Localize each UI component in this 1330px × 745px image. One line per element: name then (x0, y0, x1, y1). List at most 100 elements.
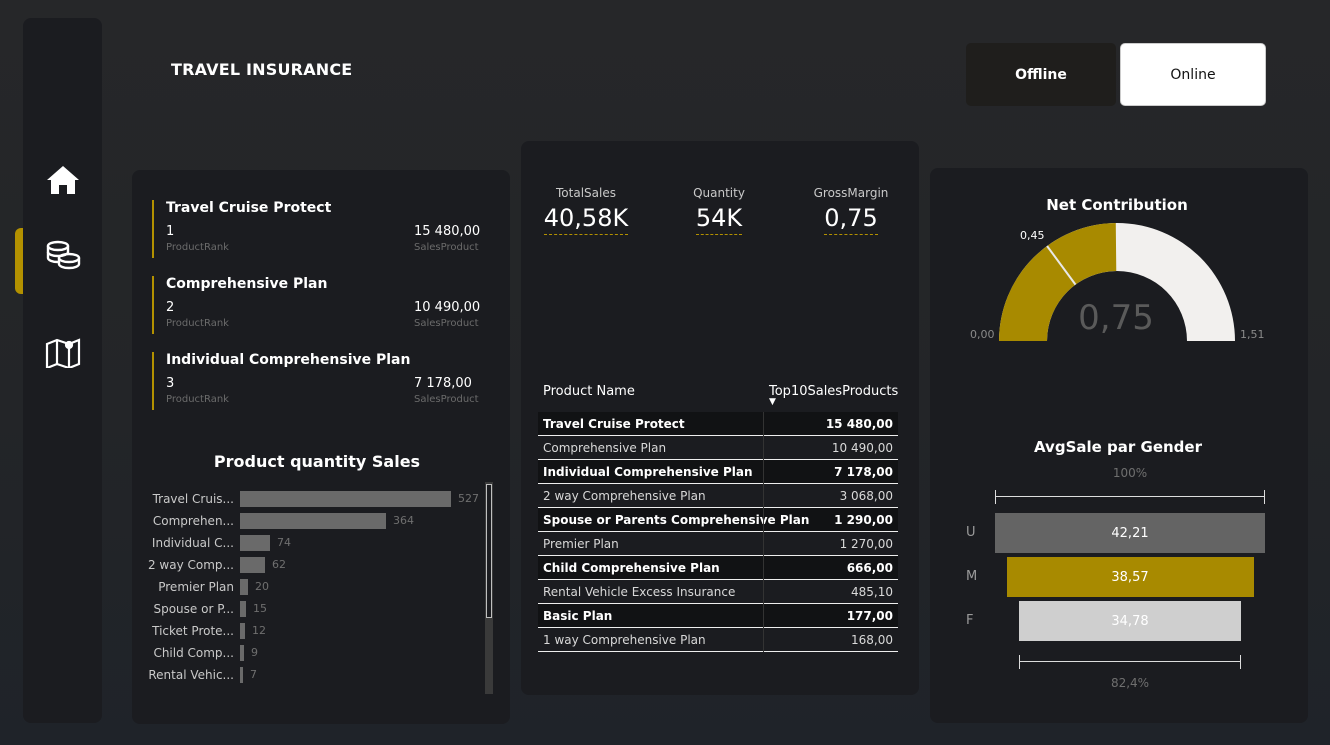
coins-icon[interactable] (23, 231, 102, 281)
sort-descending-icon[interactable]: ▼ (769, 397, 776, 407)
column-divider (763, 628, 764, 652)
quantity-chart-title: Product quantity Sales (213, 452, 421, 471)
product-rank-card[interactable]: Individual Comprehensive Plan 3 ProductR… (152, 352, 482, 410)
bar-category-label: Travel Cruis... (152, 492, 234, 506)
column-divider (763, 436, 764, 460)
product-name: Comprehensive Plan (166, 276, 328, 292)
table-row[interactable]: Premier Plan 1 270,00 (538, 532, 898, 556)
sales-value-cell: 485,10 (851, 585, 893, 599)
quantity-bar-row[interactable]: 2 way Comp... 62 (132, 557, 482, 575)
sales-value-cell: 15 480,00 (825, 417, 893, 431)
bar-value-label: 9 (251, 646, 258, 659)
kpi-total-sales: TotalSales 40,58K (541, 186, 631, 235)
table-row[interactable]: Spouse or Parents Comprehensive Plan 1 29… (538, 508, 898, 532)
product-name-cell: Individual Comprehensive Plan (543, 465, 753, 479)
funnel-bar[interactable]: 34,78 (1019, 601, 1241, 641)
bar-category-label: Comprehen... (152, 514, 234, 528)
quantity-bar-row[interactable]: Child Comp... 9 (132, 645, 482, 663)
funnel-gender-label: F (966, 613, 974, 628)
funnel-bar[interactable]: 38,57 (1006, 557, 1254, 597)
column-divider (763, 484, 764, 508)
funnel-top-percent: 100% (1112, 466, 1148, 480)
product-name-cell: Child Comprehensive Plan (543, 561, 720, 575)
quantity-bar-row[interactable]: Ticket Prote... 12 (132, 623, 482, 641)
table-row[interactable]: Individual Comprehensive Plan 7 178,00 (538, 460, 898, 484)
gauge-target-label: 0,45 (1020, 229, 1045, 242)
home-icon[interactable] (23, 155, 102, 205)
quantity-bar[interactable] (240, 645, 244, 661)
column-divider (763, 556, 764, 580)
product-sales: 10 490,00 (414, 300, 481, 315)
page-title: TRAVEL INSURANCE (171, 60, 353, 79)
product-name-cell: Premier Plan (543, 537, 619, 551)
column-header-product-name[interactable]: Product Name (543, 384, 635, 399)
product-name-cell: Travel Cruise Protect (543, 417, 685, 431)
column-divider (763, 604, 764, 628)
table-row[interactable]: Comprehensive Plan 10 490,00 (538, 436, 898, 460)
bar-category-label: Spouse or P... (153, 602, 234, 616)
product-sales-label: SalesProduct (414, 318, 479, 329)
gauge-title: Net Contribution (1046, 196, 1188, 214)
gauge-max-label: 1,51 (1240, 328, 1265, 341)
funnel-bar[interactable]: 42,21 (995, 513, 1265, 553)
sales-value-cell: 1 270,00 (839, 537, 893, 551)
quantity-bar[interactable] (240, 491, 451, 507)
table-row[interactable]: Basic Plan 177,00 (538, 604, 898, 628)
funnel-gender-label: M (966, 569, 978, 584)
offline-button[interactable]: Offline (966, 43, 1116, 106)
quantity-bar[interactable] (240, 579, 248, 595)
quantity-bar[interactable] (240, 535, 270, 551)
column-divider (763, 460, 764, 484)
chart-scrollbar-thumb[interactable] (486, 484, 492, 618)
quantity-bar[interactable] (240, 623, 245, 639)
bar-value-label: 62 (272, 558, 286, 571)
product-rank-label: ProductRank (166, 242, 229, 253)
column-divider (763, 412, 764, 436)
bar-category-label: Child Comp... (153, 646, 234, 660)
quantity-bar-row[interactable]: Comprehen... 364 (132, 513, 482, 531)
table-row[interactable]: 1 way Comprehensive Plan 168,00 (538, 628, 898, 652)
kpi-value: 54K (695, 204, 743, 235)
quantity-bar-row[interactable]: Rental Vehic... 7 (132, 667, 482, 685)
quantity-bar[interactable] (240, 557, 265, 573)
kpi-gross-margin: GrossMargin 0,75 (806, 186, 896, 235)
sales-value-cell: 666,00 (846, 561, 893, 575)
funnel-top-bracket (995, 490, 1265, 504)
column-divider (763, 580, 764, 604)
quantity-bar-row[interactable]: Spouse or P... 15 (132, 601, 482, 619)
sales-value-cell: 7 178,00 (834, 465, 893, 479)
quantity-bar-row[interactable]: Premier Plan 20 (132, 579, 482, 597)
gauge-value: 0,75 (1078, 298, 1154, 338)
kpi-value: 0,75 (824, 204, 878, 235)
quantity-bar[interactable] (240, 601, 246, 617)
map-icon[interactable] (23, 327, 102, 377)
product-sales-label: SalesProduct (414, 242, 479, 253)
sales-value-cell: 177,00 (846, 609, 893, 623)
quantity-bar[interactable] (240, 513, 386, 529)
table-row[interactable]: Rental Vehicle Excess Insurance 485,10 (538, 580, 898, 604)
funnel-gender-label: U (966, 525, 976, 540)
kpi-label: TotalSales (556, 186, 616, 200)
product-sales-label: SalesProduct (414, 394, 479, 405)
funnel-bar-value: 34,78 (1111, 613, 1149, 629)
column-header-top10-sales[interactable]: Top10SalesProducts (769, 384, 898, 399)
bar-category-label: Individual C... (151, 536, 234, 550)
column-divider (763, 508, 764, 532)
online-button[interactable]: Online (1120, 43, 1266, 106)
table-row[interactable]: 2 way Comprehensive Plan 3 068,00 (538, 484, 898, 508)
product-name-cell: 2 way Comprehensive Plan (543, 489, 706, 503)
quantity-bar-row[interactable]: Individual C... 74 (132, 535, 482, 553)
quantity-bar-row[interactable]: Travel Cruis... 527 (132, 491, 482, 509)
bar-value-label: 7 (250, 668, 257, 681)
quantity-bar[interactable] (240, 667, 243, 683)
sales-value-cell: 3 068,00 (839, 489, 893, 503)
table-row[interactable]: Child Comprehensive Plan 666,00 (538, 556, 898, 580)
product-sales: 15 480,00 (414, 224, 481, 239)
product-rank-card[interactable]: Travel Cruise Protect 1 ProductRank 15 4… (152, 200, 482, 258)
table-row[interactable]: Travel Cruise Protect 15 480,00 (538, 412, 898, 436)
product-name-cell: Rental Vehicle Excess Insurance (543, 585, 736, 599)
product-rank-card[interactable]: Comprehensive Plan 2 ProductRank 10 490,… (152, 276, 482, 334)
funnel-bottom-percent: 82,4% (1110, 676, 1150, 690)
product-name-cell: Spouse or Parents Comprehensive Plan (543, 513, 810, 527)
column-divider (763, 532, 764, 556)
